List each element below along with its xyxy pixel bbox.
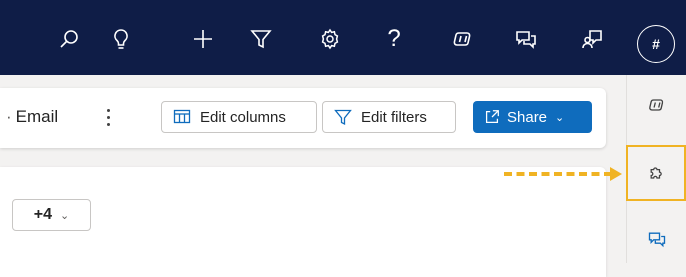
chat-icon[interactable] (509, 22, 543, 56)
highlight-box (626, 145, 686, 201)
share-icon (485, 110, 499, 124)
top-navigation-bar: ? # (0, 0, 686, 75)
copilot-icon[interactable] (446, 22, 480, 56)
plus-icon[interactable] (186, 22, 220, 56)
copilot-icon[interactable] (627, 85, 686, 125)
email-column-label[interactable]: · Email (6, 107, 58, 127)
settings-icon[interactable] (313, 22, 347, 56)
more-items-button[interactable]: +4 ⌄ (12, 199, 91, 231)
help-icon[interactable]: ? (377, 22, 411, 56)
chat-icon[interactable] (627, 219, 686, 259)
share-label: Share (507, 108, 548, 126)
help-glyph: ? (387, 25, 401, 52)
feedback-icon[interactable] (576, 22, 610, 56)
filter-icon[interactable] (244, 22, 278, 56)
separator-dot: · (6, 107, 12, 126)
arrowhead-icon (610, 167, 622, 181)
edit-filters-button[interactable]: Edit filters (322, 101, 456, 133)
edit-columns-label: Edit columns (200, 108, 286, 126)
edit-columns-button[interactable]: Edit columns (161, 101, 317, 133)
chevron-down-icon: ⌄ (60, 209, 70, 222)
filter-icon (334, 109, 352, 126)
chevron-down-icon: ⌄ (555, 111, 565, 124)
dashed-arrow-line (504, 172, 612, 176)
avatar[interactable]: # (637, 25, 675, 63)
share-button[interactable]: Share ⌄ (473, 101, 592, 133)
table-columns-icon (173, 109, 191, 124)
more-options-icon[interactable] (98, 103, 118, 131)
search-icon[interactable] (52, 22, 86, 56)
edit-filters-label: Edit filters (361, 108, 427, 126)
avatar-text: # (652, 36, 660, 52)
more-items-label: +4 (33, 206, 53, 223)
email-label-text: Email (15, 107, 59, 126)
lightbulb-icon[interactable] (104, 22, 138, 56)
